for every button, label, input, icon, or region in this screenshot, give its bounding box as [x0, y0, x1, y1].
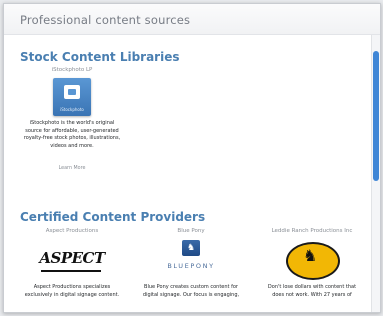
- provider-name: Aspect Productions: [45, 228, 99, 234]
- provider-leddie-ranch[interactable]: Leddie Ranch Productions Inc ♞ Don't los…: [257, 228, 367, 299]
- provider-name: iStockphoto LP: [51, 67, 93, 73]
- leddie-ranch-badge: ♞: [286, 240, 340, 280]
- provider-istockphoto[interactable]: iStockphoto LP iStockphoto iStockphoto i…: [17, 67, 127, 171]
- certified-providers-heading: Certified Content Providers: [20, 210, 206, 224]
- leddie-ranch-logo[interactable]: ♞: [257, 240, 367, 280]
- title-bar: Professional content sources: [4, 4, 380, 35]
- provider-name: Blue Pony: [177, 228, 205, 234]
- aspect-logo-text: ASPECT: [39, 249, 105, 267]
- provider-name: Leddie Ranch Productions Inc: [271, 228, 353, 234]
- provider-bluepony[interactable]: Blue Pony ♞ BLUEPONY Blue Pony creates c…: [136, 228, 246, 299]
- content-area: Stock Content Libraries iStockphoto LP i…: [4, 35, 370, 312]
- stock-libraries-heading: Stock Content Libraries: [20, 50, 180, 64]
- bluepony-logo[interactable]: ♞ BLUEPONY: [136, 240, 246, 280]
- provider-description: iStockphoto is the world's original sour…: [23, 120, 121, 149]
- window-title: Professional content sources: [20, 13, 191, 27]
- provider-description: Aspect Productions specializes exclusive…: [24, 284, 120, 298]
- bluepony-logo-text: BLUEPONY: [167, 262, 215, 270]
- aspect-logo[interactable]: ASPECT: [37, 240, 107, 280]
- photo-icon: [64, 85, 80, 99]
- content-sources-window: Professional content sources Stock Conte…: [3, 3, 381, 313]
- istockphoto-logo[interactable]: iStockphoto: [53, 78, 91, 116]
- provider-description: Blue Pony creates custom content for dig…: [142, 284, 240, 298]
- provider-description: Don't lose dollars with content that doe…: [267, 284, 357, 298]
- logo-underline: [41, 270, 101, 272]
- scroll-thumb[interactable]: [373, 51, 379, 181]
- learn-more-link[interactable]: Learn More: [17, 166, 127, 171]
- provider-aspect[interactable]: Aspect Productions ASPECT Aspect Product…: [17, 228, 127, 299]
- vertical-scrollbar[interactable]: [371, 35, 380, 312]
- horse-icon: ♞: [182, 240, 200, 256]
- horse-icon: ♞: [303, 246, 318, 265]
- istockphoto-logo-text: iStockphoto: [60, 107, 84, 112]
